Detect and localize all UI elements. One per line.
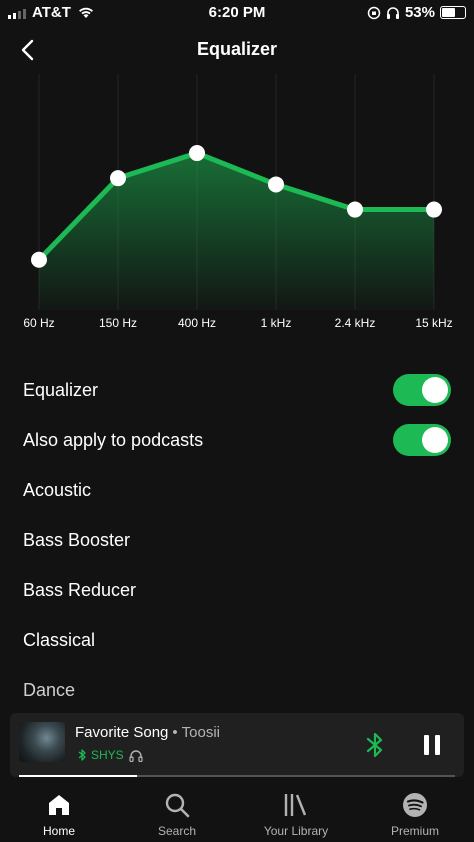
preset-label: Bass Booster [23, 529, 131, 550]
song-title: Favorite Song [75, 724, 169, 741]
nav-home-label: Home [42, 824, 75, 838]
eq-frequency-label: 400 Hz [178, 316, 216, 330]
album-art[interactable] [19, 722, 65, 762]
podcasts-toggle[interactable] [393, 424, 451, 456]
preset-dance[interactable]: Dance [0, 665, 474, 715]
preset-label: Acoustic [23, 479, 92, 500]
eq-band-handle[interactable] [426, 201, 442, 218]
mini-player[interactable]: Favorite Song • Toosii SHYS [10, 713, 464, 777]
header: Equalizer [0, 26, 474, 74]
connect-device-button[interactable] [364, 731, 386, 759]
artist-name: Toosii [181, 724, 221, 741]
bluetooth-icon [366, 732, 383, 758]
pause-icon [424, 735, 440, 755]
headphones-status-icon [386, 6, 399, 19]
nav-search[interactable]: Search [118, 791, 236, 838]
headphones-icon [129, 749, 143, 762]
battery-percent: 53% [404, 4, 435, 21]
eq-frequency-label: 150 Hz [99, 316, 137, 330]
podcasts-toggle-label: Also apply to podcasts [23, 429, 204, 450]
battery-icon [440, 6, 466, 19]
preset-label: Dance [23, 679, 76, 700]
eq-band-handle[interactable] [347, 201, 363, 218]
eq-frequency-label: 2.4 kHz [335, 316, 376, 330]
nav-library[interactable]: Your Library [237, 791, 355, 838]
bottom-navigation: Home Search Your Library Premium [0, 785, 474, 842]
now-playing-title[interactable]: Favorite Song • Toosii [75, 724, 220, 741]
bluetooth-small-icon [78, 749, 86, 761]
spotify-logo-icon [403, 793, 427, 817]
preset-label: Bass Reducer [23, 579, 137, 600]
title-separator: • [172, 724, 178, 741]
eq-band-handle[interactable] [189, 145, 205, 162]
home-icon [49, 795, 69, 815]
eq-frequency-label: 1 kHz [261, 316, 292, 330]
preset-bass-reducer[interactable]: Bass Reducer [0, 565, 474, 615]
progress-fill [19, 775, 137, 777]
equalizer-chart[interactable]: 60 Hz 150 Hz 400 Hz 1 kHz 2.4 kHz 15 kHz [0, 74, 474, 344]
preset-bass-booster[interactable]: Bass Booster [0, 515, 474, 565]
page-title: Equalizer [196, 39, 278, 59]
equalizer-toggle-row[interactable]: Equalizer [0, 365, 474, 415]
eq-curve-area [39, 153, 434, 310]
connected-device[interactable]: SHYS [78, 748, 143, 762]
eq-frequency-label: 60 Hz [23, 316, 54, 330]
playback-progress[interactable] [19, 775, 455, 777]
eq-band-handle[interactable] [31, 251, 47, 268]
device-name: SHYS [91, 748, 124, 762]
pause-button[interactable] [420, 732, 444, 758]
nav-search-label: Search [157, 824, 197, 838]
preset-label: Classical [23, 629, 96, 650]
eq-band-handle[interactable] [268, 176, 284, 193]
podcasts-toggle-row[interactable]: Also apply to podcasts [0, 415, 474, 465]
orientation-lock-icon [367, 6, 381, 19]
equalizer-toggle-label: Equalizer [23, 379, 99, 400]
nav-home[interactable]: Home [0, 791, 118, 838]
status-right: 53% [367, 4, 466, 21]
toggle-knob [422, 377, 448, 403]
eq-frequency-label: 15 kHz [415, 316, 452, 330]
toggle-knob [422, 427, 448, 453]
equalizer-toggle[interactable] [393, 374, 451, 406]
eq-band-handle[interactable] [110, 170, 126, 187]
library-icon [284, 794, 307, 816]
nav-premium-label: Premium [390, 824, 439, 838]
search-icon [165, 793, 190, 818]
status-bar: AT&T 6:20 PM 53% [0, 0, 474, 26]
nav-library-label: Your Library [263, 824, 329, 838]
preset-acoustic[interactable]: Acoustic [0, 465, 474, 515]
preset-classical[interactable]: Classical [0, 615, 474, 665]
nav-premium[interactable]: Premium [356, 791, 474, 838]
